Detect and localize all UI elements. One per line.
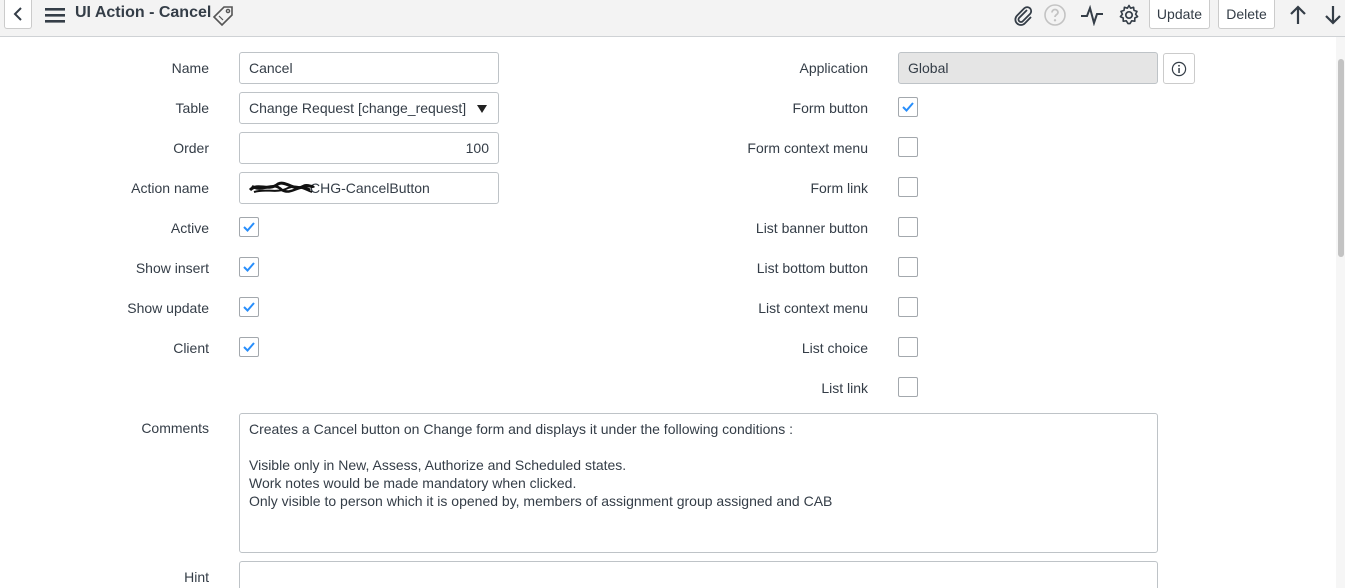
show-update-checkbox[interactable] (239, 297, 259, 317)
table-label: Table (175, 100, 209, 116)
update-button[interactable]: Update (1149, 0, 1210, 29)
redaction-scribble (248, 181, 316, 193)
list-link-checkbox[interactable] (898, 377, 918, 397)
list-choice-label: List choice (801, 340, 868, 356)
arrow-up-icon (1290, 5, 1306, 24)
order-field[interactable]: 100 (239, 132, 499, 164)
list-link-label: List link (821, 380, 868, 396)
form-button-checkbox[interactable] (898, 97, 918, 117)
tag-icon (212, 6, 233, 26)
action-name-value: CHG-CancelButton (310, 180, 430, 196)
show-insert-checkbox[interactable] (239, 257, 259, 277)
list-bottom-button-checkbox[interactable] (898, 257, 918, 277)
checkmark-icon (243, 342, 255, 352)
application-info-button[interactable] (1163, 53, 1195, 84)
name-field[interactable]: Cancel (239, 52, 499, 84)
hamburger-menu-icon (45, 8, 65, 23)
checkmark-icon (243, 302, 255, 312)
help-icon (1044, 4, 1066, 26)
page-title: UI Action - Cancel (75, 4, 212, 21)
application-field: Global (898, 52, 1158, 84)
active-label: Active (170, 220, 209, 236)
scrollbar[interactable] (1336, 37, 1345, 588)
pulse-icon (1081, 4, 1103, 26)
list-bottom-button-label: List bottom button (756, 260, 868, 276)
list-choice-checkbox[interactable] (898, 337, 918, 357)
action-name-field[interactable]: CHG-CancelButton (239, 172, 499, 204)
checkmark-icon (243, 262, 255, 272)
back-button[interactable] (4, 0, 32, 29)
form-context-menu-label: Form context menu (747, 140, 868, 156)
caret-down-icon (477, 105, 487, 113)
list-banner-button-label: List banner button (755, 220, 868, 236)
chevron-left-icon (13, 6, 22, 21)
previous-record-button[interactable] (1286, 2, 1310, 28)
show-update-label: Show update (127, 300, 209, 316)
table-select-value: Change Request [change_request] (249, 100, 467, 116)
table-select[interactable]: Change Request [change_request] (239, 92, 499, 124)
order-label: Order (173, 140, 209, 156)
comments-textarea[interactable]: Creates a Cancel button on Change form a… (239, 413, 1158, 553)
client-label: Client (173, 340, 209, 356)
comments-line: Work notes would be made mandatory when … (249, 475, 577, 491)
form-button-label: Form button (792, 100, 868, 116)
comments-line: Only visible to person which it is opene… (249, 493, 833, 509)
form-context-menu-checkbox[interactable] (898, 137, 918, 157)
active-checkbox[interactable] (239, 217, 259, 237)
personalize-form-button[interactable] (1116, 2, 1142, 28)
tag-button[interactable] (210, 2, 236, 28)
action-name-label: Action name (131, 180, 209, 196)
gear-icon (1119, 4, 1139, 25)
form-header: UI Action - Cancel Update Delete (0, 0, 1345, 37)
context-menu-button[interactable] (43, 2, 67, 28)
form-link-label: Form link (810, 180, 868, 196)
comments-line: Creates a Cancel button on Change form a… (249, 421, 793, 437)
activity-stream-button[interactable] (1079, 2, 1105, 28)
client-checkbox[interactable] (239, 337, 259, 357)
hint-field[interactable] (239, 561, 1158, 588)
checkmark-icon (902, 102, 914, 112)
delete-button[interactable]: Delete (1218, 0, 1275, 29)
info-icon (1171, 61, 1187, 76)
help-button[interactable] (1042, 2, 1068, 28)
scrollbar-thumb[interactable] (1338, 59, 1344, 257)
hint-label: Hint (184, 569, 209, 585)
attachment-button[interactable] (1010, 2, 1036, 28)
list-context-menu-checkbox[interactable] (898, 297, 918, 317)
show-insert-label: Show insert (135, 260, 209, 276)
arrow-down-icon (1325, 6, 1341, 25)
next-record-button[interactable] (1321, 2, 1345, 28)
paperclip-icon (1014, 6, 1033, 26)
name-label: Name (171, 60, 209, 76)
comments-line: Visible only in New, Assess, Authorize a… (249, 457, 627, 473)
list-banner-button-checkbox[interactable] (898, 217, 918, 237)
checkmark-icon (243, 222, 255, 232)
application-label: Application (799, 60, 869, 76)
form-link-checkbox[interactable] (898, 177, 918, 197)
list-context-menu-label: List context menu (758, 300, 868, 316)
comments-label: Comments (141, 420, 209, 436)
